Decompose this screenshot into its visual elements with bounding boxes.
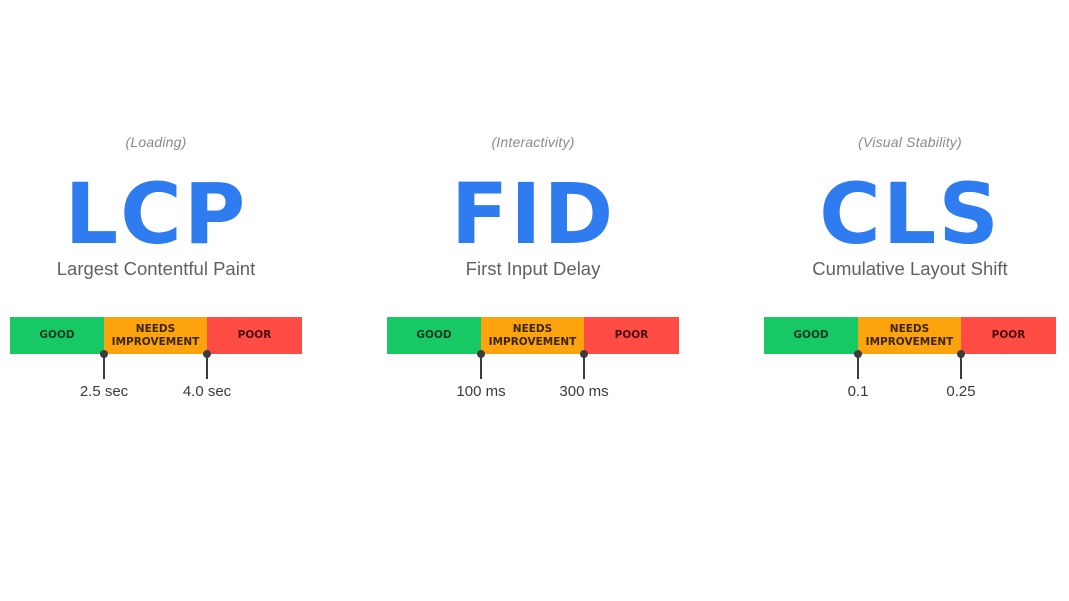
metric-acronym: CLS — [819, 165, 1001, 263]
marker-line — [480, 354, 482, 379]
segment-poor: POOR — [584, 317, 679, 354]
metric-acronym: LCP — [64, 165, 248, 263]
marker-line — [583, 354, 585, 379]
segment-needs-improvement: NEEDS IMPROVEMENT — [858, 317, 961, 354]
threshold-marker-poor — [202, 350, 212, 380]
metric-panel-fid: (Interactivity) FID First Input Delay GO… — [387, 0, 679, 601]
segment-needs-improvement: NEEDS IMPROVEMENT — [481, 317, 584, 354]
marker-line — [206, 354, 208, 379]
segment-good: GOOD — [764, 317, 858, 354]
metric-category: (Visual Stability) — [858, 134, 962, 150]
threshold-marker-poor — [956, 350, 966, 380]
segment-poor: POOR — [961, 317, 1056, 354]
segment-good: GOOD — [10, 317, 104, 354]
threshold-label-poor: 4.0 sec — [182, 383, 232, 400]
metric-panel-lcp: (Loading) LCP Largest Contentful Paint G… — [10, 0, 302, 601]
marker-line — [960, 354, 962, 379]
segment-poor: POOR — [207, 317, 302, 354]
metric-full-name: Largest Contentful Paint — [56, 258, 256, 279]
metric-full-name: First Input Delay — [465, 258, 601, 279]
metric-category: (Loading) — [125, 134, 187, 150]
threshold-label-poor: 0.25 — [946, 383, 976, 400]
metric-panel-cls: (Visual Stability) CLS Cumulative Layout… — [764, 0, 1056, 601]
segment-needs-improvement: NEEDS IMPROVEMENT — [104, 317, 207, 354]
threshold-bar: GOOD NEEDS IMPROVEMENT POOR — [10, 317, 302, 354]
marker-line — [103, 354, 105, 379]
metric-category: (Interactivity) — [491, 134, 575, 150]
threshold-bar: GOOD NEEDS IMPROVEMENT POOR — [387, 317, 679, 354]
threshold-marker-poor — [579, 350, 589, 380]
threshold-marker-good — [476, 350, 486, 380]
segment-needs-improvement-label: NEEDS IMPROVEMENT — [111, 322, 200, 348]
segment-needs-improvement-label: NEEDS IMPROVEMENT — [488, 322, 577, 348]
threshold-label-good: 100 ms — [456, 383, 506, 400]
threshold-label-good: 0.1 — [847, 383, 869, 400]
threshold-bar: GOOD NEEDS IMPROVEMENT POOR — [764, 317, 1056, 354]
metric-full-name: Cumulative Layout Shift — [812, 258, 1008, 279]
threshold-label-poor: 300 ms — [559, 383, 609, 400]
segment-good: GOOD — [387, 317, 481, 354]
marker-line — [857, 354, 859, 379]
threshold-marker-good — [99, 350, 109, 380]
threshold-marker-good — [853, 350, 863, 380]
threshold-label-good: 2.5 sec — [79, 383, 129, 400]
segment-needs-improvement-label: NEEDS IMPROVEMENT — [865, 322, 954, 348]
metric-acronym: FID — [450, 165, 616, 263]
